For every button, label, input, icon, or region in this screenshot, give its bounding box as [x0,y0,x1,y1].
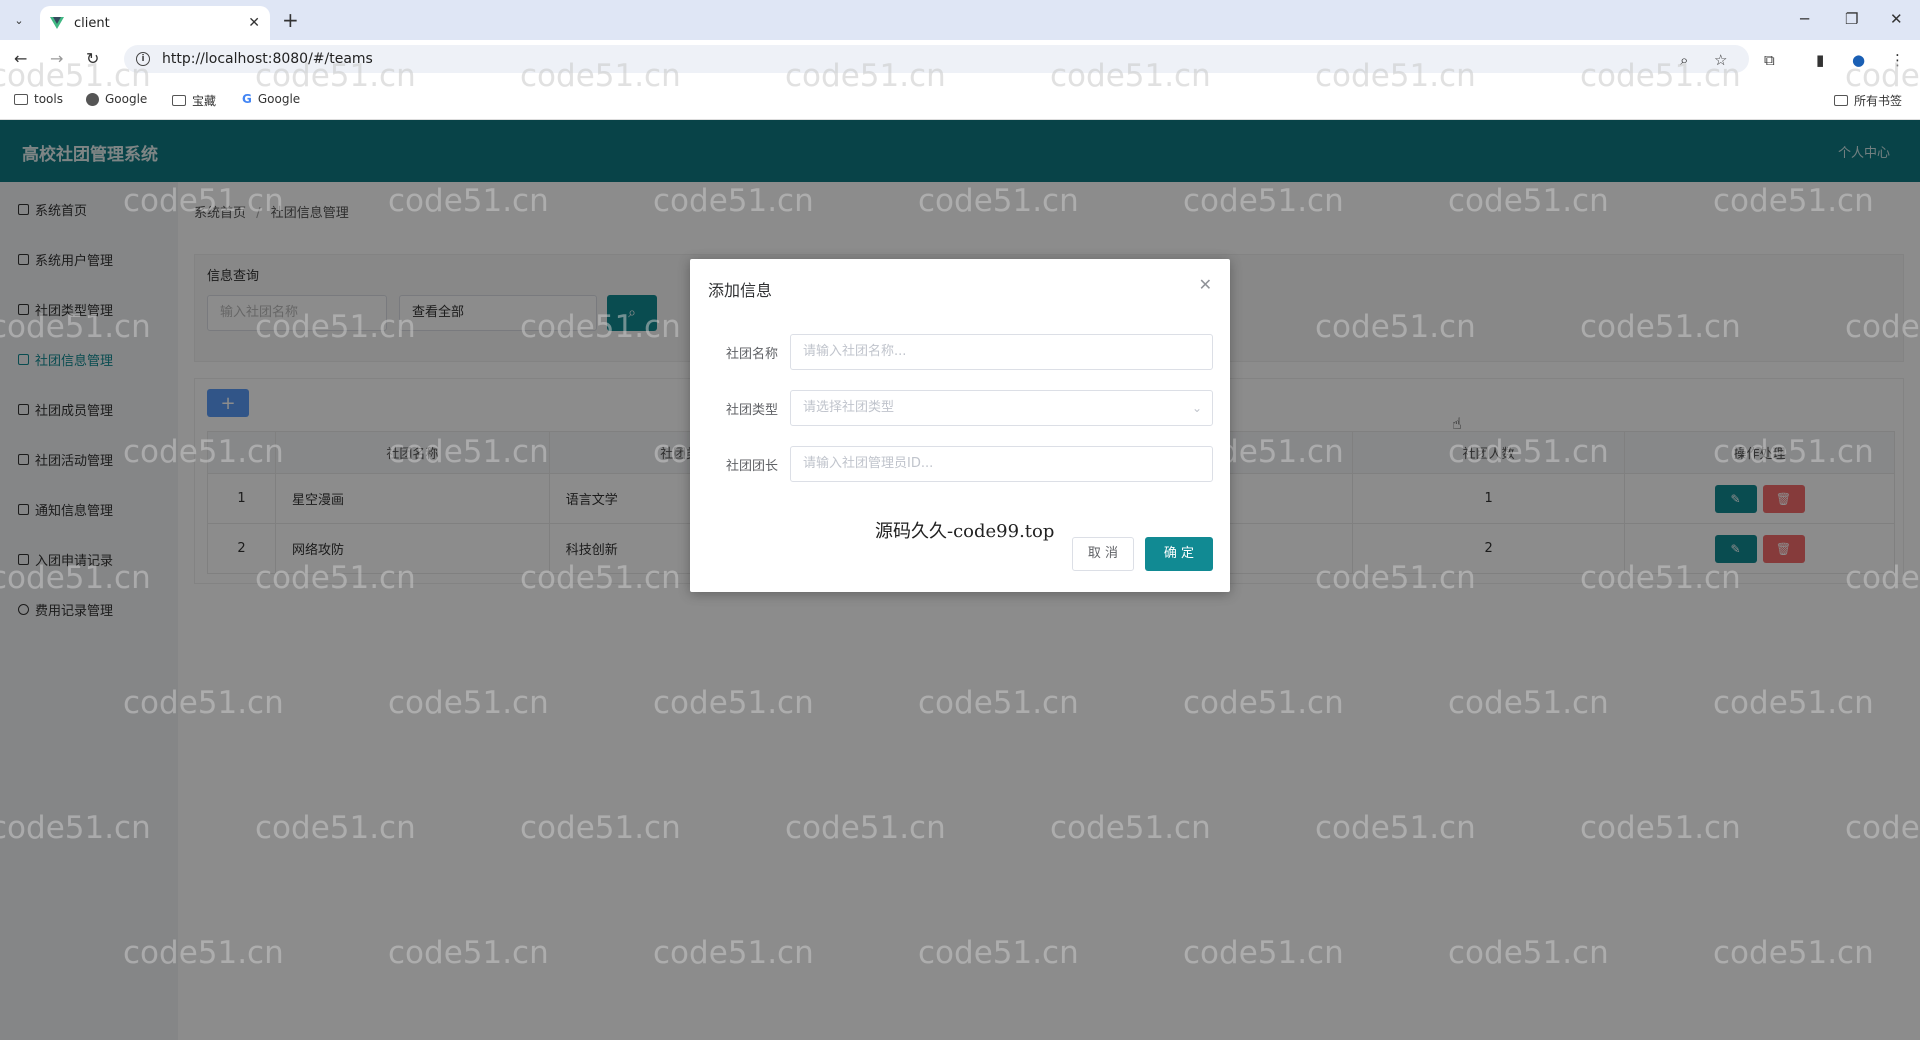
tab-title: client [74,15,110,31]
cancel-button[interactable]: 取 消 [1072,537,1134,571]
bookmark-label: 宝藏 [192,94,217,108]
chevron-down-icon: ⌄ [1191,401,1202,415]
team-name-input[interactable]: 请输入社团名称... [790,334,1213,370]
bookmarks-bar: tools Google 宝藏 G Google 所有书签 [0,78,1920,120]
team-type-placeholder: 请选择社团类型 [803,400,895,415]
bookmark-google-2[interactable]: G Google [242,92,300,106]
window-close-icon[interactable]: ✕ [1890,10,1903,28]
bookmark-label: tools [34,92,63,106]
tab-close-icon[interactable]: ✕ [248,15,260,31]
restore-icon[interactable]: ❐ [1845,10,1858,28]
back-icon[interactable]: ← [14,49,27,68]
vue-logo-icon [50,17,64,29]
extensions-icon[interactable]: ⧉ [1764,51,1775,69]
browser-tab-bar: ⌄ client ✕ + ─ ❐ ✕ [0,0,1920,40]
bookmark-treasure[interactable]: 宝藏 [172,92,216,109]
dialog-close-icon[interactable]: ✕ [1199,275,1212,294]
bookmark-label: Google [257,92,301,106]
address-bar: ← → ↻ i http://localhost:8080/#/teams ⌕ … [0,40,1920,78]
new-tab-icon[interactable]: + [282,8,299,32]
google-icon: G [242,92,252,106]
all-bookmarks[interactable]: 所有书签 [1834,92,1902,109]
add-info-dialog: 添加信息 ✕ 社团名称 请输入社团名称... 社团类型 请选择社团类型 ⌄ 社团… [690,259,1230,592]
team-leader-label: 社团团长 [725,459,778,474]
team-type-label: 社团类型 [725,403,778,418]
minimize-icon[interactable]: ─ [1800,10,1809,28]
folder-icon [172,95,186,106]
bookmark-google-1[interactable]: Google [86,92,147,106]
bookmark-star-icon[interactable]: ☆ [1714,51,1727,69]
site-info-icon[interactable]: i [136,52,150,66]
side-panel-icon[interactable]: ▮ [1816,51,1824,69]
team-type-select[interactable]: 请选择社团类型 ⌄ [790,390,1213,426]
url-text: http://localhost:8080/#/teams [162,51,373,67]
bookmark-tools[interactable]: tools [14,92,63,106]
hand-cursor-icon: ☝ [1452,414,1462,433]
all-bookmarks-label: 所有书签 [1854,94,1903,108]
reload-icon[interactable]: ↻ [86,49,99,68]
team-leader-input[interactable]: 请输入社团管理员ID... [790,446,1213,482]
dialog-note: 源码久久-code99.top [875,521,1055,542]
folder-icon [1834,95,1848,106]
folder-icon [14,93,28,105]
confirm-button[interactable]: 确 定 [1145,537,1213,571]
url-field[interactable]: i http://localhost:8080/#/teams [124,45,1749,73]
menu-icon[interactable]: ⋮ [1890,51,1905,69]
forward-icon[interactable]: → [50,49,63,68]
profile-icon[interactable]: ● [1852,51,1865,69]
zoom-icon[interactable]: ⌕ [1680,51,1688,69]
dialog-title: 添加信息 [708,281,773,300]
globe-icon [86,92,99,106]
browser-tab[interactable]: client ✕ [40,6,270,40]
team-name-label: 社团名称 [725,347,778,362]
tab-search-icon[interactable]: ⌄ [8,9,30,31]
bookmark-label: Google [105,92,148,106]
